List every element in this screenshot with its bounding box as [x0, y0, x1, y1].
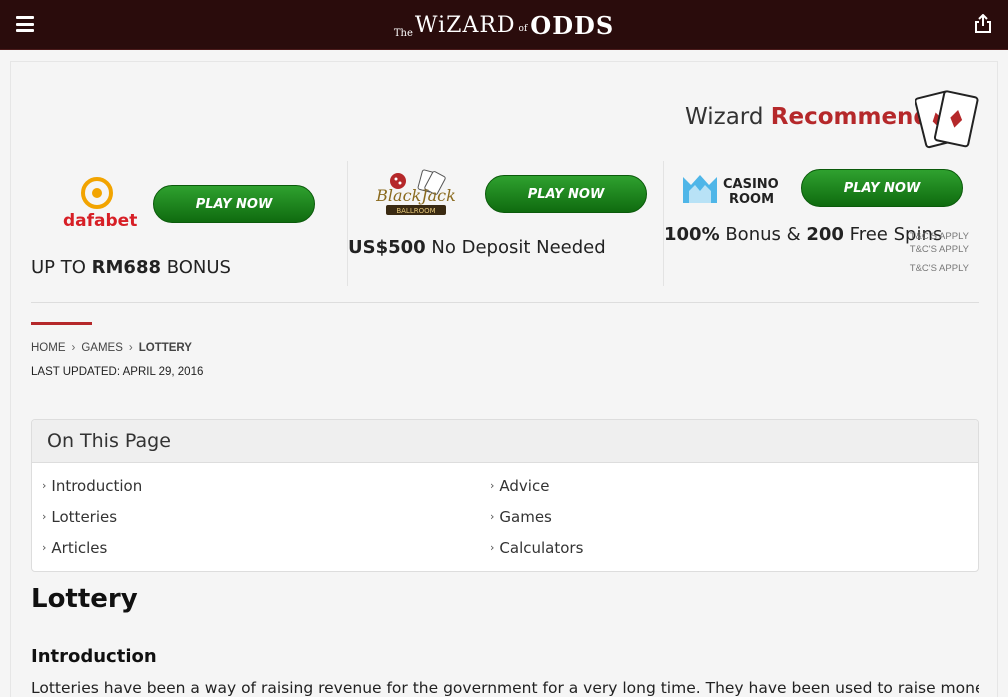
wizard-recommends-heading: Wizard Recommends: [685, 104, 944, 130]
terms-apply-link[interactable]: T&C'S APPLY: [910, 231, 969, 242]
svg-text:ROOM: ROOM: [729, 192, 774, 207]
toc-title: On This Page: [32, 420, 978, 463]
hamburger-menu-icon[interactable]: [16, 16, 34, 32]
play-now-button-blackjack[interactable]: PLAY NOW: [485, 175, 647, 213]
toc-link-calculators[interactable]: › Calculators: [490, 539, 583, 557]
casino-room-logo[interactable]: CASINO ROOM: [681, 171, 783, 207]
terms-apply-link[interactable]: T&C'S APPLY: [910, 244, 969, 255]
blackjack-ballroom-logo[interactable]: BlackJack BALLROOM: [372, 167, 460, 221]
toc-link-articles[interactable]: › Articles: [42, 539, 107, 557]
offer-text-dafabet: UP TO RM688 BONUS: [31, 257, 231, 278]
chevron-right-icon: ›: [42, 510, 47, 523]
playing-cards-icon: [915, 90, 979, 149]
chevron-right-icon: ›: [490, 479, 495, 492]
top-navigation-bar: The WiZARD of ODDS: [0, 0, 1008, 50]
breadcrumb-current: LOTTERY: [138, 342, 192, 354]
toc-link-games[interactable]: › Games: [490, 508, 552, 526]
last-updated: LAST UPDATED: APRIL 29, 2016: [31, 366, 204, 378]
divider: [31, 302, 979, 303]
breadcrumb: HOME › GAMES › LOTTERY: [31, 342, 192, 354]
accent-underline: [31, 322, 92, 325]
chevron-right-icon: ›: [490, 541, 495, 554]
chevron-right-icon: ›: [42, 479, 47, 492]
chevron-right-icon: ›: [490, 510, 495, 523]
offer-casino-room: CASINO ROOM PLAY NOW 100% Bonus & 200 Fr…: [663, 161, 979, 286]
breadcrumb-games[interactable]: GAMES: [81, 342, 123, 354]
play-now-button-dafabet[interactable]: PLAY NOW: [153, 185, 315, 223]
table-of-contents: On This Page › Introduction › Lotteries › A…: [31, 419, 979, 572]
svg-text:BALLROOM: BALLROOM: [396, 207, 435, 215]
offer-dafabet: dafabet PLAY NOW UP TO RM688 BONUS: [31, 161, 347, 286]
toc-link-introduction[interactable]: › Introduction: [42, 477, 142, 495]
section-heading-introduction: Introduction: [31, 646, 157, 667]
intro-paragraph: Lotteries have been a way of raising rev…: [31, 679, 979, 697]
svg-text:CASINO: CASINO: [723, 177, 779, 192]
breadcrumb-home[interactable]: HOME: [31, 342, 66, 354]
site-logo[interactable]: The WiZARD of ODDS: [394, 6, 613, 44]
toc-link-advice[interactable]: › Advice: [490, 477, 549, 495]
play-now-button-casino-room[interactable]: PLAY NOW: [801, 169, 963, 207]
dafabet-logo[interactable]: dafabet: [63, 177, 137, 231]
offer-blackjack-ballroom: BlackJack BALLROOM PLAY NOW US$500 No De…: [347, 161, 663, 286]
toc-link-lotteries[interactable]: › Lotteries: [42, 508, 117, 526]
content-panel: Wizard Recommends dafabet PLAY NOW UP TO…: [10, 61, 998, 697]
offer-text-blackjack: US$500 No Deposit Needed: [348, 237, 606, 258]
chevron-right-icon: ›: [42, 541, 47, 554]
page-title: Lottery: [31, 584, 138, 614]
svg-text:BlackJack: BlackJack: [375, 186, 456, 205]
terms-apply-link[interactable]: T&C'S APPLY: [910, 263, 969, 274]
share-icon[interactable]: [974, 14, 992, 34]
offer-text-casino-room: 100% Bonus & 200 Free Spins: [664, 224, 943, 245]
